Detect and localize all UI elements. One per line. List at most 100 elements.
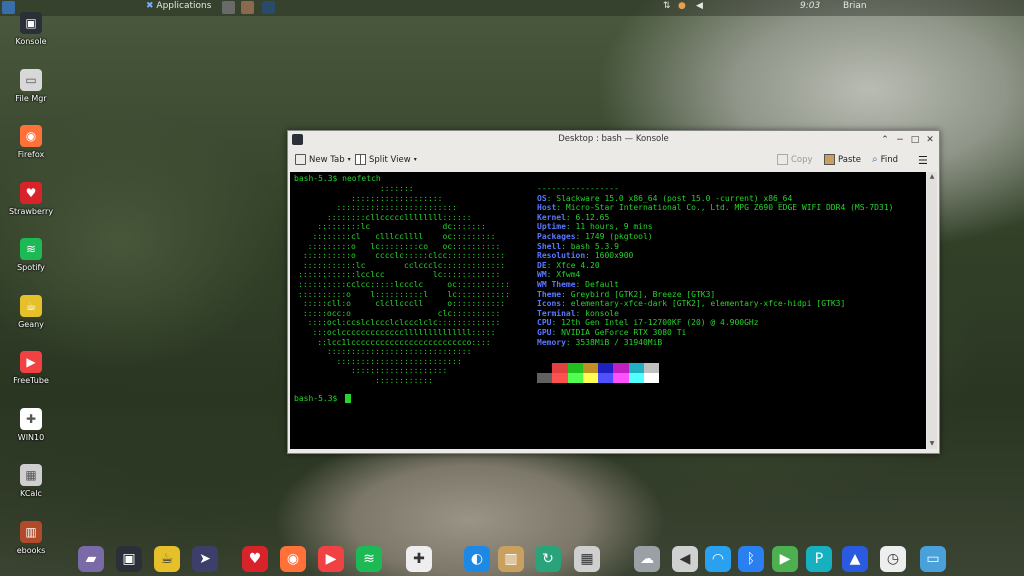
dock-strawberry-icon[interactable]: ♥ <box>242 546 268 572</box>
paste-button[interactable]: Paste <box>824 154 861 165</box>
scrollbar[interactable]: ▲ ▼ <box>927 172 937 449</box>
network-tray-icon[interactable]: ⇅ <box>663 1 671 11</box>
maximize-button[interactable]: □ <box>909 134 921 146</box>
color-swatch <box>582 363 599 373</box>
dock-freetube-icon[interactable]: ▶ <box>318 546 344 572</box>
dock-firefox-icon[interactable]: ◉ <box>280 546 306 572</box>
dock-bluetooth-icon[interactable]: ᛒ <box>738 546 764 572</box>
dock-calculator-icon[interactable]: ▦ <box>574 546 600 572</box>
info-row: Uptime: 11 hours, 9 mins <box>537 222 653 232</box>
desktop-icon-file-mgr[interactable]: ▭ File Mgr <box>4 68 58 103</box>
info-key: Theme <box>537 289 562 299</box>
dock-ebook-reader-icon[interactable]: ▥ <box>498 546 524 572</box>
panel-window-button-1[interactable] <box>222 1 235 14</box>
copy-icon <box>777 154 788 165</box>
firefox-icon: ◉ <box>20 125 42 147</box>
info-key: Terminal <box>537 308 576 318</box>
dock-wifi-icon[interactable]: ◠ <box>705 546 731 572</box>
info-key: WM Theme <box>537 279 576 289</box>
info-value: Micro-Star International Co., Ltd. MPG Z… <box>565 203 894 213</box>
dock-install-icon[interactable]: ▶ <box>772 546 798 572</box>
dock-teapot-icon[interactable]: ☕ <box>154 546 180 572</box>
user-menu[interactable]: Brian <box>843 1 867 11</box>
dock-spotify-icon[interactable]: ≋ <box>356 546 382 572</box>
split-view-button[interactable]: Split View ▾ <box>355 154 417 165</box>
split-view-icon <box>355 154 366 165</box>
panel-window-button-2[interactable] <box>241 1 254 14</box>
info-key: Shell <box>537 241 562 251</box>
dock-pointer-icon[interactable]: ➤ <box>192 546 218 572</box>
freetube-icon: ▶ <box>20 351 42 373</box>
dock-update-icon[interactable]: ↻ <box>535 546 561 572</box>
xfce-icon: ✖ <box>146 1 154 11</box>
info-row: GPU: NVIDIA GeForce RTX 3080 Ti <box>537 327 687 337</box>
shade-button[interactable]: ⌃ <box>879 134 891 146</box>
dock-terminal-icon[interactable]: ▣ <box>116 546 142 572</box>
drive-icon: ▭ <box>20 68 42 91</box>
desktop-icon-label: File Mgr <box>15 93 47 103</box>
slackware-ascii-logo: ::::::: ::::::::::::::::::: ::::::::::::… <box>298 184 510 385</box>
applications-label: Applications <box>156 1 212 11</box>
desktop-icon-konsole[interactable]: ▣ Konsole <box>4 12 58 46</box>
terminal-area[interactable]: bash-5.3$ neofetch ::::::: :::::::::::::… <box>290 172 926 449</box>
dock-pcloud-icon[interactable]: P <box>806 546 832 572</box>
split-view-label: Split View <box>369 154 411 165</box>
color-swatch <box>582 373 599 383</box>
desktop-icon-firefox[interactable]: ◉ Firefox <box>4 125 58 159</box>
copy-button[interactable]: Copy <box>777 154 813 165</box>
dock-clock-icon[interactable]: ◷ <box>880 546 906 572</box>
info-row: WM: Xfwm4 <box>537 270 581 280</box>
new-tab-button[interactable]: New Tab ▾ <box>295 154 351 165</box>
dock-volume-icon[interactable]: ◀ <box>672 546 698 572</box>
panel-window-button-3[interactable] <box>262 1 275 14</box>
hamburger-menu-icon[interactable]: ☰ <box>918 154 928 167</box>
dock-folder-icon[interactable]: ▰ <box>78 546 104 572</box>
dock-display-icon[interactable]: ▭ <box>920 546 946 572</box>
desktop-icon-strawberry[interactable]: ♥ Strawberry <box>4 181 58 216</box>
desktop-icon-geany[interactable]: ☕ Geany <box>4 294 58 329</box>
info-key: Icons <box>537 299 562 309</box>
new-tab-label: New Tab <box>309 154 345 165</box>
info-key: CPU <box>537 318 552 328</box>
info-value: Slackware 15.0 x86_64 (post 15.0 -curren… <box>556 193 793 203</box>
info-value: 11 hours, 9 mins <box>575 222 653 232</box>
volume-tray-icon[interactable]: ◀ <box>696 1 703 11</box>
strawberry-icon: ♥ <box>20 181 42 204</box>
konsole-window: Desktop : bash — Konsole ⌃ − □ ✕ New Tab… <box>287 130 940 454</box>
clock[interactable]: 9:03 <box>800 1 820 11</box>
desktop-icon-kcalc[interactable]: ▦ KCalc <box>4 464 58 498</box>
color-swatch <box>644 373 660 383</box>
dock-browser-icon[interactable]: ◐ <box>464 546 490 572</box>
paste-icon <box>824 154 835 165</box>
dock-weather-icon[interactable]: ☁ <box>634 546 660 572</box>
info-key: Kernel <box>537 212 566 222</box>
info-row: DE: Xfce 4.20 <box>537 260 600 270</box>
info-row: Icons: elementary-xfce-dark [GTK2], elem… <box>537 299 846 309</box>
info-value: NVIDIA GeForce RTX 3080 Ti <box>561 327 687 337</box>
color-swatch <box>644 363 660 373</box>
desktop-icon-freetube[interactable]: ▶ FreeTube <box>4 351 58 385</box>
titlebar[interactable]: Desktop : bash — Konsole ⌃ − □ ✕ <box>288 131 939 149</box>
minimize-button[interactable]: − <box>894 134 906 146</box>
desktop-icon-label: FreeTube <box>13 376 49 385</box>
scroll-up-icon[interactable]: ▲ <box>928 173 936 181</box>
desktop-icon-win10[interactable]: ✚ WIN10 <box>4 407 58 442</box>
dock-win10-icon[interactable]: ✚ <box>406 546 432 572</box>
applications-menu[interactable]: ✖ Applications <box>146 1 211 11</box>
color-swatch <box>628 373 645 383</box>
scroll-down-icon[interactable]: ▼ <box>928 440 936 448</box>
find-button[interactable]: ⌕ Find <box>872 154 898 165</box>
dock-vpn-icon[interactable]: ▲ <box>842 546 868 572</box>
chevron-down-icon: ▾ <box>347 156 351 163</box>
info-row: OS: Slackware 15.0 x86_64 (post 15.0 -cu… <box>537 193 793 203</box>
color-swatch <box>552 373 568 383</box>
prompt-end: bash-5.3$ <box>294 394 343 403</box>
desktop-icon-label: KCalc <box>20 489 42 498</box>
desktop-icon-label: Konsole <box>15 37 47 46</box>
tray-icon[interactable]: ● <box>678 1 686 11</box>
desktop-icon-spotify[interactable]: ≋ Spotify <box>4 238 58 272</box>
close-button[interactable]: ✕ <box>924 134 936 146</box>
prompt-command: bash-5.3$ neofetch <box>294 174 381 183</box>
window-title: Desktop : bash — Konsole <box>558 134 669 144</box>
desktop-icon-label: Geany <box>18 319 44 329</box>
